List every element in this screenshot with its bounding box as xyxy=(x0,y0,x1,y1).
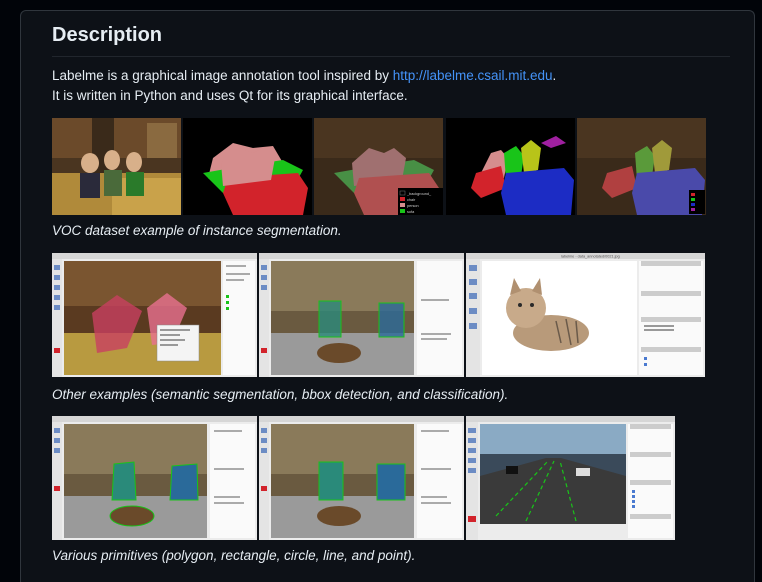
voc-instance-overlay-image xyxy=(577,118,706,215)
legend-label: person xyxy=(407,204,419,208)
window-title: labelme - data_annotated/0021.jpg xyxy=(561,255,620,259)
voc-class-mask-image xyxy=(183,118,312,215)
semantic-segmentation-screenshot xyxy=(52,253,257,377)
intro-line-1: Labelme is a graphical image annotation … xyxy=(52,68,557,83)
voc-photo-image xyxy=(52,118,181,215)
polygon-primitives-screenshot xyxy=(52,416,257,540)
readme-panel: Description Labelme is a graphical image… xyxy=(20,10,755,582)
labelme-link[interactable]: http://labelme.csail.mit.edu xyxy=(393,68,553,83)
rectangle-primitives-screenshot xyxy=(259,416,464,540)
legend-label: _background_ xyxy=(406,192,432,196)
line-primitives-screenshot xyxy=(466,416,675,540)
other-examples-caption: Other examples (semantic segmentation, b… xyxy=(52,387,509,402)
voc-instance-mask-image xyxy=(446,118,575,215)
legend-label: sofa xyxy=(407,210,415,214)
section-heading: Description xyxy=(52,24,730,57)
intro-line-2: It is written in Python and uses Qt for … xyxy=(52,88,408,103)
intro-text: Labelme is a graphical image annotation … xyxy=(52,68,393,83)
primitives-caption: Various primitives (polygon, rectangle, … xyxy=(52,548,416,563)
voc-caption: VOC dataset example of instance segmenta… xyxy=(52,223,342,238)
bbox-detection-screenshot xyxy=(259,253,464,377)
voc-class-overlay-image: _background_ chair person sofa xyxy=(314,118,443,215)
legend-label: chair xyxy=(407,198,416,202)
classification-screenshot: labelme - data_annotated/0021.jpg xyxy=(466,253,705,377)
